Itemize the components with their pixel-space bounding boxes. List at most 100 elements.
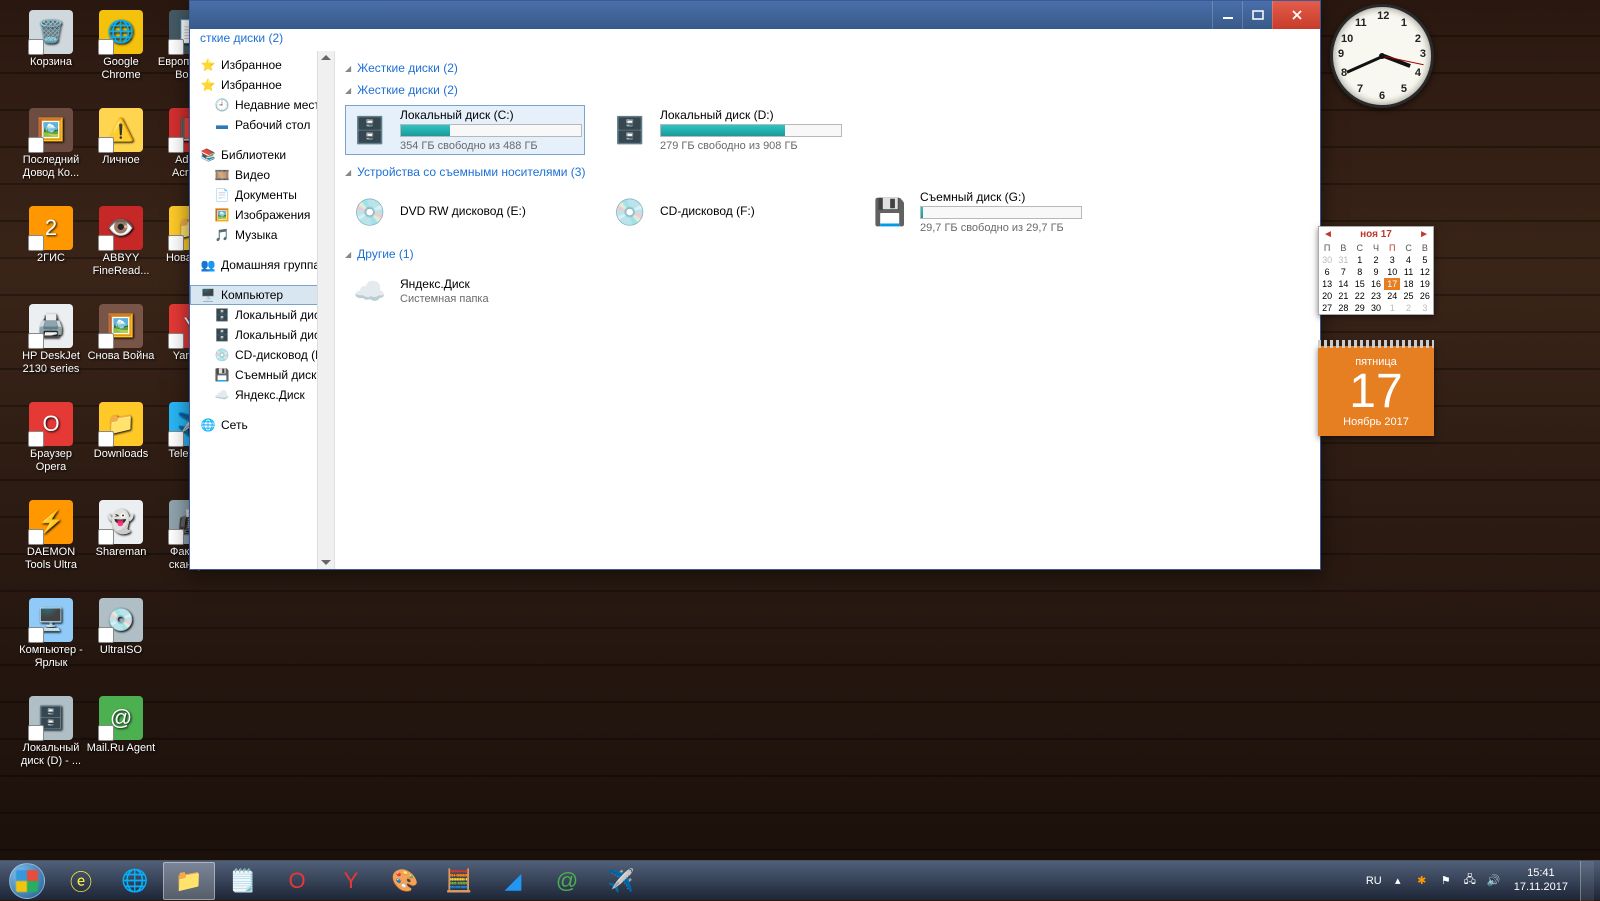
nav-homegroup[interactable]: 👥Домашняя группа xyxy=(190,255,334,275)
nav-favorites[interactable]: ⭐Избранное xyxy=(190,55,334,75)
cal-day[interactable]: 2 xyxy=(1400,302,1416,314)
cal-day[interactable]: 31 xyxy=(1335,254,1351,266)
desktop-icon[interactable]: 🗑️Корзина xyxy=(16,10,86,69)
cal-day[interactable]: 30 xyxy=(1319,254,1335,266)
tray-volume-icon[interactable]: 🔊 xyxy=(1486,873,1502,889)
desktop-icon[interactable]: 🌐Google Chrome xyxy=(86,10,156,82)
tray-flag-icon[interactable]: ⚑ xyxy=(1438,873,1454,889)
drive-g[interactable]: 💾 Съемный диск (G:) 29,7 ГБ свободно из … xyxy=(865,187,1085,237)
taskbar-opera[interactable]: O xyxy=(271,862,323,900)
drive-d[interactable]: 🗄️ Локальный диск (D:) 279 ГБ свободно и… xyxy=(605,105,845,155)
cal-day[interactable]: 3 xyxy=(1417,302,1433,314)
cal-day[interactable]: 2 xyxy=(1368,254,1384,266)
cal-day[interactable]: 10 xyxy=(1384,266,1400,278)
taskbar-explorer[interactable]: 📁 xyxy=(163,862,215,900)
start-button[interactable] xyxy=(0,861,54,901)
taskbar-ie[interactable]: ⓔ xyxy=(55,862,107,900)
cal-day[interactable]: 1 xyxy=(1384,302,1400,314)
taskbar-notes[interactable]: 🗒️ xyxy=(217,862,269,900)
cal-day[interactable]: 30 xyxy=(1368,302,1384,314)
drive-dvd[interactable]: 💿 DVD RW дисковод (E:) xyxy=(345,187,585,237)
tray-avast-icon[interactable]: ✱ xyxy=(1414,873,1430,889)
cal-day[interactable]: 18 xyxy=(1400,278,1416,290)
taskbar-paint[interactable]: 🎨 xyxy=(379,862,431,900)
desktop-icon[interactable]: 📁Downloads xyxy=(86,402,156,461)
taskbar-yandex[interactable]: Y xyxy=(325,862,377,900)
cal-day[interactable]: 20 xyxy=(1319,290,1335,302)
nav-computer[interactable]: 🖥️Компьютер xyxy=(190,285,334,305)
cal-prev[interactable]: ◄ xyxy=(1323,229,1333,240)
cal-day[interactable]: 5 xyxy=(1417,254,1433,266)
drive-cd[interactable]: 💿 CD-дисковод (F:) xyxy=(605,187,845,237)
nav-video[interactable]: 🎞️Видео xyxy=(190,165,334,185)
desktop-icon[interactable]: 🗄️Локальный диск (D) - ... xyxy=(16,696,86,768)
cal-day[interactable]: 21 xyxy=(1335,290,1351,302)
desktop-icon[interactable]: 🖼️Снова Война xyxy=(86,304,156,363)
cal-day[interactable]: 13 xyxy=(1319,278,1335,290)
nav-network[interactable]: 🌐Сеть xyxy=(190,415,334,435)
cal-day[interactable]: 29 xyxy=(1352,302,1368,314)
cal-day[interactable]: 24 xyxy=(1384,290,1400,302)
nav-music[interactable]: 🎵Музыка xyxy=(190,225,334,245)
nav-favorites-2[interactable]: ⭐Избранное xyxy=(190,75,334,95)
section-other[interactable]: Другие (1) xyxy=(345,247,1310,261)
taskbar-app1[interactable]: ◢ xyxy=(487,862,539,900)
tray-chevron-icon[interactable]: ▴ xyxy=(1390,873,1406,889)
cal-day[interactable]: 16 xyxy=(1368,278,1384,290)
desktop-icon[interactable]: 💿UltraISO xyxy=(86,598,156,657)
cal-day[interactable]: 28 xyxy=(1335,302,1351,314)
desktop-icon[interactable]: ⚡DAEMON Tools Ultra xyxy=(16,500,86,572)
nav-desktop[interactable]: ▬Рабочий стол xyxy=(190,115,334,135)
cal-day[interactable]: 27 xyxy=(1319,302,1335,314)
taskbar-mailru[interactable]: @ xyxy=(541,862,593,900)
cal-day[interactable]: 4 xyxy=(1400,254,1416,266)
nav-removable-disk[interactable]: 💾Съемный диск (G xyxy=(190,365,334,385)
cal-day[interactable]: 14 xyxy=(1335,278,1351,290)
taskbar-telegram[interactable]: ✈️ xyxy=(595,862,647,900)
clock-gadget[interactable]: 12 3 6 9 1 2 4 5 7 8 10 11 xyxy=(1330,4,1434,108)
desktop-icon[interactable]: @Mail.Ru Agent xyxy=(86,696,156,755)
nav-cd-drive[interactable]: 💿CD-дисковод (F:) xyxy=(190,345,334,365)
cal-day[interactable]: 9 xyxy=(1368,266,1384,278)
cal-day[interactable]: 8 xyxy=(1352,266,1368,278)
titlebar[interactable] xyxy=(190,1,1320,29)
taskbar-chrome[interactable]: 🌐 xyxy=(109,862,161,900)
desktop-icon[interactable]: 🖨️HP DeskJet 2130 series xyxy=(16,304,86,376)
cal-day[interactable]: 1 xyxy=(1352,254,1368,266)
desktop-icon[interactable]: OБраузер Opera xyxy=(16,402,86,474)
nav-yandex-disk[interactable]: ☁️Яндекс.Диск xyxy=(190,385,334,405)
desktop-icon[interactable]: 🖼️Последний Довод Ко... xyxy=(16,108,86,180)
cal-day[interactable]: 15 xyxy=(1352,278,1368,290)
tray-network-icon[interactable]: 🖧 xyxy=(1462,873,1478,889)
cal-day[interactable]: 11 xyxy=(1400,266,1416,278)
section-hdd[interactable]: Жесткие диски (2) xyxy=(345,83,1310,97)
cal-next[interactable]: ► xyxy=(1419,229,1429,240)
nav-local-disk-d[interactable]: 🗄️Локальный диск xyxy=(190,325,334,345)
desktop-icon[interactable]: 22ГИС xyxy=(16,206,86,265)
cal-day[interactable]: 17 xyxy=(1384,278,1400,290)
desktop-icon[interactable]: 👁️ABBYY FineRead... xyxy=(86,206,156,278)
nav-images[interactable]: 🖼️Изображения xyxy=(190,205,334,225)
cal-day[interactable]: 12 xyxy=(1417,266,1433,278)
maximize-button[interactable] xyxy=(1242,1,1272,29)
calendar-gadget[interactable]: ◄ноя 17► ПВСЧПСВ303112345678910111213141… xyxy=(1318,226,1434,315)
cal-day[interactable]: 3 xyxy=(1384,254,1400,266)
drive-c[interactable]: 🗄️ Локальный диск (C:) 354 ГБ свободно и… xyxy=(345,105,585,155)
section-hdd-dup[interactable]: Жесткие диски (2) xyxy=(345,61,1310,75)
cal-day[interactable]: 23 xyxy=(1368,290,1384,302)
cal-day[interactable]: 25 xyxy=(1400,290,1416,302)
cal-day[interactable]: 26 xyxy=(1417,290,1433,302)
tray-lang[interactable]: RU xyxy=(1366,875,1382,887)
show-desktop-button[interactable] xyxy=(1580,861,1594,901)
close-button[interactable] xyxy=(1272,1,1320,29)
nav-libraries[interactable]: 📚Библиотеки xyxy=(190,145,334,165)
nav-local-disk-c[interactable]: 🗄️Локальный диск xyxy=(190,305,334,325)
breadcrumb[interactable]: сткие диски (2) xyxy=(190,29,1320,51)
cal-day[interactable]: 19 xyxy=(1417,278,1433,290)
cal-day[interactable]: 6 xyxy=(1319,266,1335,278)
nav-recent[interactable]: 🕘Недавние места xyxy=(190,95,334,115)
drive-yandex[interactable]: ☁️ Яндекс.Диск Системная папка xyxy=(345,269,585,313)
cal-day[interactable]: 22 xyxy=(1352,290,1368,302)
tray-clock[interactable]: 15:41 17.11.2017 xyxy=(1510,867,1572,893)
minimize-button[interactable] xyxy=(1212,1,1242,29)
